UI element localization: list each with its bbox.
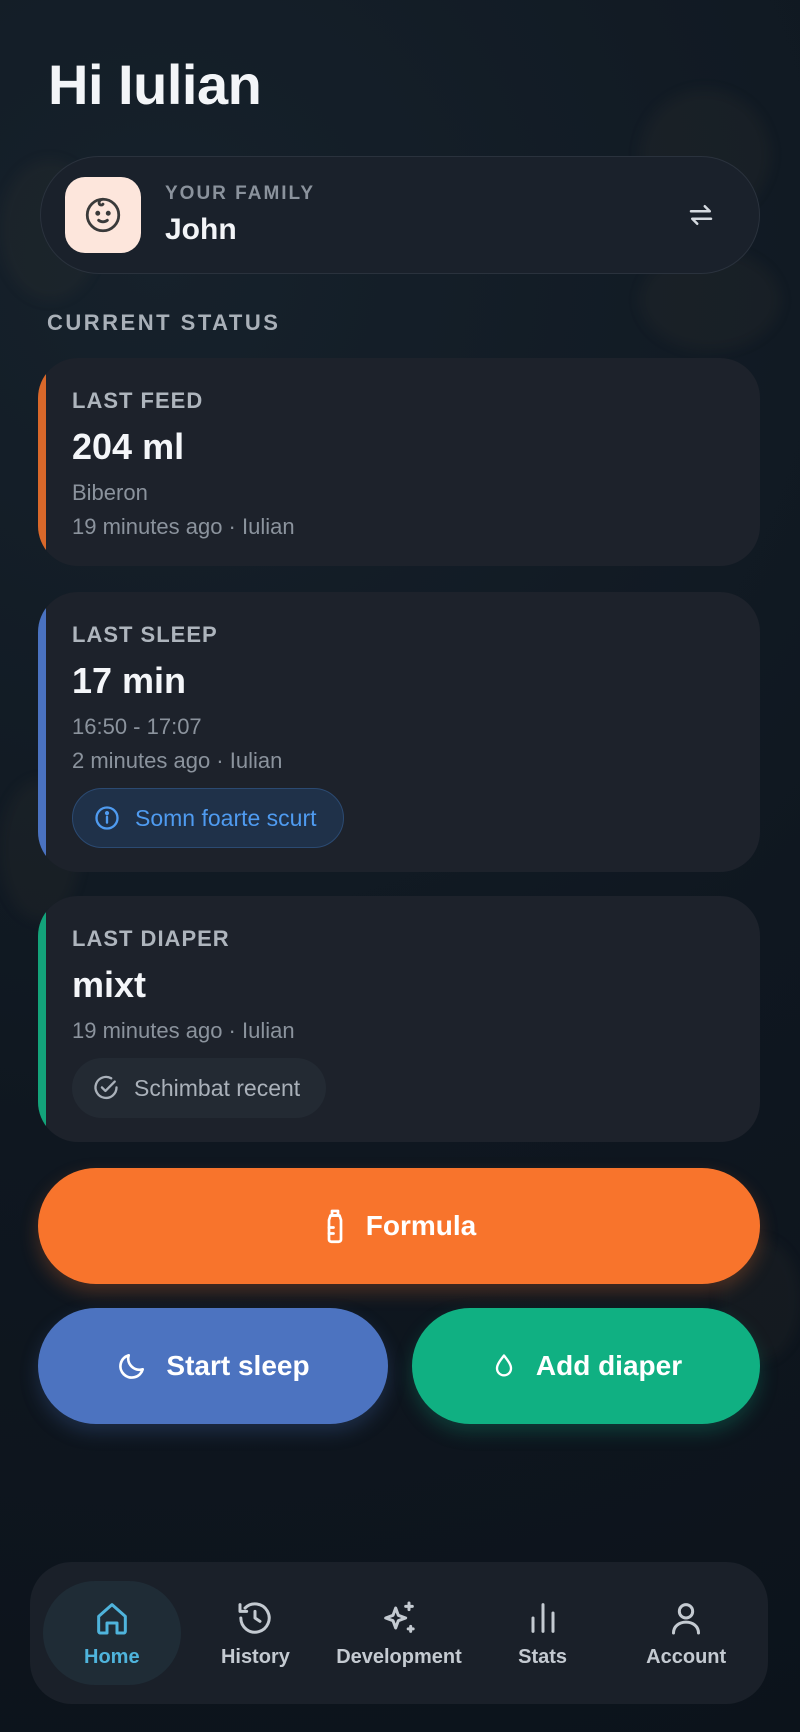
last-feed-card[interactable]: LAST FEED 204 ml Biberon 19 minutes ago … (38, 358, 760, 566)
start-sleep-label: Start sleep (166, 1350, 310, 1381)
start-sleep-button[interactable]: Start sleep (38, 1308, 388, 1424)
bottle-icon (327, 1209, 343, 1244)
feed-accent-bar (38, 358, 46, 566)
last-sleep-range: 16:50 - 17:07 (72, 714, 202, 739)
nav-label-history: History (220, 1645, 290, 1668)
diaper-status-chip: Schimbat recent (72, 1058, 327, 1118)
last-sleep-label: LAST SLEEP (72, 622, 218, 647)
sleep-warning-text: Somn foarte scurt (135, 804, 317, 831)
check-circle-icon (94, 1075, 118, 1100)
last-diaper-label: LAST DIAPER (72, 926, 230, 951)
formula-button[interactable]: Formula (38, 1168, 760, 1284)
bottom-navigation: Home History Development Stats Account (30, 1562, 768, 1704)
baby-face-icon (65, 177, 141, 253)
nav-label-home: Home (84, 1645, 140, 1668)
greeting-title: Hi Iulian (48, 53, 262, 116)
switch-family-button[interactable] (673, 187, 729, 243)
last-sleep-card[interactable]: LAST SLEEP 17 min 16:50 - 17:07 2 minute… (38, 592, 760, 872)
nav-item-development[interactable]: Development (330, 1581, 468, 1685)
nav-item-account[interactable]: Account (617, 1581, 755, 1685)
nav-item-home[interactable]: Home (42, 1581, 181, 1685)
last-sleep-time: 2 minutes ago · Iulian (72, 748, 283, 773)
last-sleep-value: 17 min (72, 660, 187, 701)
current-status-heading: CURRENT STATUS (47, 310, 281, 335)
last-feed-type: Biberon (72, 480, 148, 505)
nav-item-stats[interactable]: Stats (474, 1581, 612, 1685)
sparkles-icon (379, 1598, 419, 1638)
last-diaper-value: mixt (72, 964, 147, 1005)
add-diaper-label: Add diaper (535, 1350, 683, 1381)
droplet-icon (495, 1354, 513, 1377)
home-icon (92, 1598, 132, 1638)
nav-label-stats: Stats (518, 1645, 568, 1668)
diaper-accent-bar (38, 896, 46, 1142)
nav-item-history[interactable]: History (186, 1581, 324, 1685)
last-feed-value: 204 ml (72, 426, 185, 467)
last-feed-label: LAST FEED (72, 388, 204, 413)
add-diaper-button[interactable]: Add diaper (412, 1308, 760, 1424)
nav-label-account: Account (646, 1645, 727, 1668)
last-diaper-card[interactable]: LAST DIAPER mixt 19 minutes ago · Iulian… (38, 896, 760, 1142)
info-icon (95, 806, 119, 830)
family-selector-card[interactable]: YOUR FAMILY John (40, 156, 760, 274)
user-icon (666, 1598, 706, 1638)
family-name: John (165, 213, 237, 246)
moon-icon (119, 1354, 145, 1379)
formula-button-label: Formula (365, 1210, 477, 1241)
last-feed-time: 19 minutes ago · Iulian (72, 514, 295, 539)
nav-label-development: Development (336, 1645, 462, 1668)
diaper-status-text: Schimbat recent (134, 1074, 301, 1101)
sleep-warning-chip: Somn foarte scurt (72, 788, 344, 848)
last-diaper-time: 19 minutes ago · Iulian (72, 1018, 295, 1043)
sleep-accent-bar (38, 592, 46, 872)
history-icon (235, 1598, 275, 1638)
bar-chart-icon (523, 1598, 563, 1638)
family-label: YOUR FAMILY (165, 183, 316, 204)
switch-arrows-icon (689, 205, 713, 225)
home-screen: Hi Iulian YOUR FAMILY John CURRENT STATU… (0, 0, 800, 1732)
